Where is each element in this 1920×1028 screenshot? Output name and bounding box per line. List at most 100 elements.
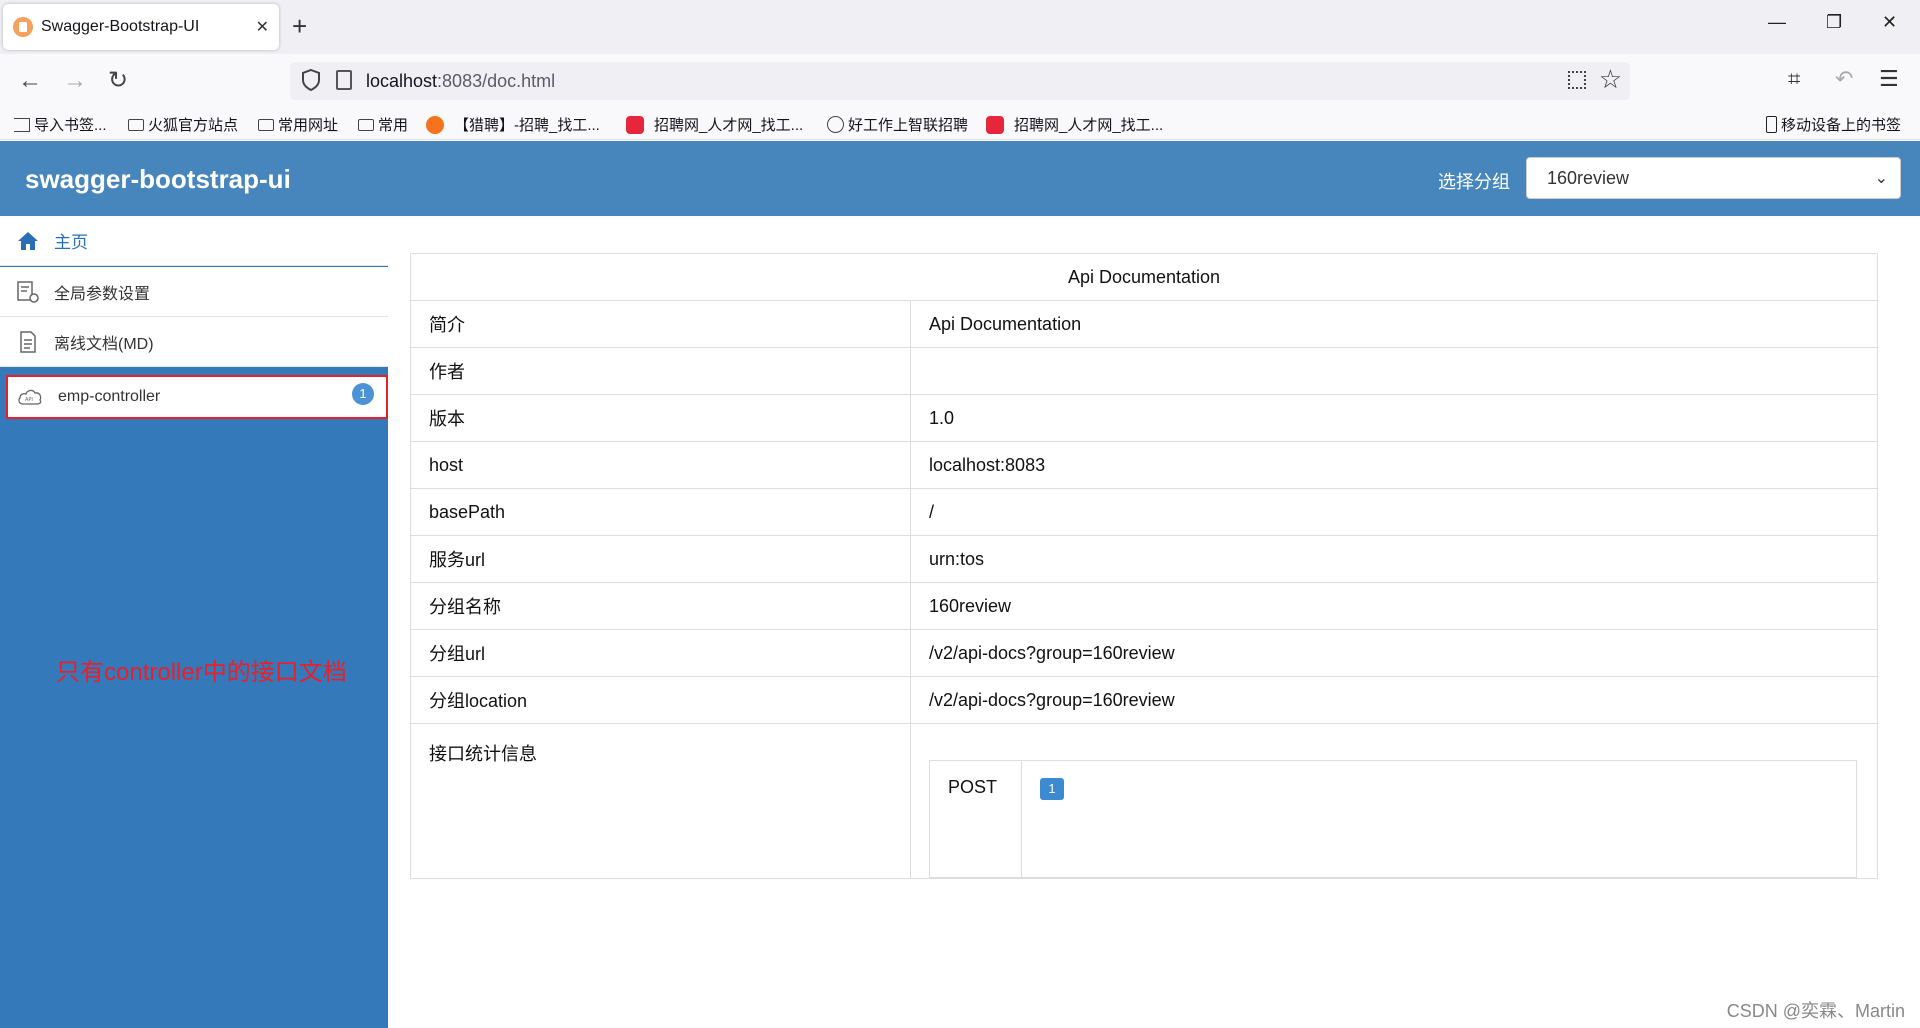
row-key: 服务url [410, 535, 911, 583]
mobile-bookmarks[interactable]: 移动设备上的书签 [1766, 114, 1901, 135]
api-cloud-icon: API [16, 385, 44, 409]
stats-cell: POST 1 [910, 723, 1878, 879]
browser-tab-bar: Swagger-Bootstrap-UI ✕ + — ❐ ✕ [0, 0, 1920, 54]
group-select[interactable]: 160review ⌄ [1526, 157, 1901, 199]
zhaopin-icon [626, 115, 644, 134]
app-brand: swagger-bootstrap-ui [25, 164, 291, 194]
sidebar-item-label: 全局参数设置 [54, 285, 151, 303]
menu-icon[interactable]: ☰ [1879, 66, 1899, 92]
group-select-value: 160review [1547, 168, 1630, 188]
row-key: 简介 [410, 300, 911, 348]
close-window-icon[interactable]: ✕ [1882, 12, 1897, 33]
folder-icon [358, 118, 374, 131]
svg-text:API: API [25, 397, 33, 403]
watermark: CSDN @奕霖、Martin [1726, 1001, 1905, 1021]
sidebar-item-label: 离线文档(MD) [54, 335, 154, 353]
shield-icon[interactable] [300, 68, 322, 92]
address-bar[interactable]: localhost:8083/doc.html ☆ [290, 62, 1630, 100]
import-icon [14, 117, 30, 132]
sidebar-item-label: emp-controller [58, 388, 161, 405]
table-row: 简介 Api Documentation [410, 300, 1878, 348]
undo-icon[interactable]: ↶ [1835, 66, 1853, 92]
url-text[interactable]: localhost:8083/doc.html [366, 71, 555, 92]
bookmark-firefox-site[interactable]: 火狐官方站点 [128, 114, 238, 135]
sidebar-item-emp-controller[interactable]: API emp-controller 1 [6, 375, 388, 419]
table-row: 分组url/v2/api-docs?group=160review [410, 629, 1878, 677]
group-label: 选择分组 [1438, 172, 1510, 192]
row-key: 作者 [410, 347, 911, 395]
bookmark-zhaopin-1[interactable]: 招聘网_人才网_找工... [626, 114, 803, 135]
table-row: 版本 1.0 [410, 394, 1878, 442]
restore-icon[interactable]: ❐ [1826, 12, 1842, 33]
stats-table: POST 1 [929, 760, 1857, 878]
table-row: 作者 [410, 347, 1878, 395]
row-value: urn:tos [910, 535, 1878, 583]
reload-icon[interactable]: ↻ [108, 66, 128, 96]
bookmark-import[interactable]: 导入书签... [14, 114, 107, 135]
sidebar-item-global-params[interactable]: 全局参数设置 [0, 267, 388, 317]
row-key: 分组url [410, 629, 911, 677]
row-key: host [410, 441, 911, 489]
row-key: 分组名称 [410, 582, 911, 630]
mobile-icon [1766, 116, 1777, 133]
back-icon[interactable]: ← [18, 66, 42, 96]
row-value: /v2/api-docs?group=160review [910, 676, 1878, 724]
screenshot-crop-icon[interactable]: ⌗ [1788, 66, 1800, 92]
annotation-note: 只有controller中的接口文档 [56, 659, 347, 686]
bookmarks-bar: 导入书签... 火狐官方站点 常用网址 常用 【猎聘】-招聘_找工... 招聘网… [0, 108, 1920, 140]
row-value: Api Documentation [910, 300, 1878, 348]
sidebar: 主页 全局参数设置 离线文档(MD) API emp-controller 1 … [0, 216, 388, 1028]
qr-code-icon[interactable] [1568, 71, 1586, 89]
row-value [910, 347, 1878, 395]
method-count-badge: 1 [1040, 778, 1064, 800]
bookmark-zhilian[interactable]: 好工作上智联招聘 [827, 114, 968, 135]
sidebar-item-home[interactable]: 主页 [0, 216, 388, 266]
doc-title: Api Documentation [410, 253, 1878, 301]
method-count-cell: 1 [1021, 760, 1857, 878]
bookmark-liepin[interactable]: 【猎聘】-招聘_找工... [426, 114, 600, 135]
api-info-table: Api Documentation 简介 Api Documentation 作者… [410, 253, 1878, 879]
browser-nav-bar: ← → ↻ localhost:8083/doc.html ☆ ⌗ ↶ ☰ [0, 54, 1920, 108]
page-info-icon[interactable] [336, 70, 352, 90]
row-value: 160review [910, 582, 1878, 630]
folder-icon [258, 118, 274, 131]
app-header: swagger-bootstrap-ui 选择分组 160review ⌄ [0, 141, 1920, 216]
http-method: POST [929, 760, 1022, 878]
table-row: 分组location/v2/api-docs?group=160review [410, 676, 1878, 724]
bookmark-star-icon[interactable]: ☆ [1599, 64, 1622, 95]
globe-icon [827, 116, 844, 133]
sidebar-item-label: 主页 [54, 233, 88, 252]
row-key: basePath [410, 488, 911, 536]
table-row: host localhost:8083 [410, 441, 1878, 489]
sidebar-item-offline-doc[interactable]: 离线文档(MD) [0, 317, 388, 367]
home-icon [16, 229, 40, 253]
tab-title: Swagger-Bootstrap-UI [41, 18, 200, 35]
document-icon [16, 330, 40, 354]
chevron-down-icon: ⌄ [1874, 170, 1888, 187]
zhaopin-icon [986, 115, 1004, 134]
new-tab-button[interactable]: + [292, 12, 307, 40]
browser-tab[interactable]: Swagger-Bootstrap-UI ✕ [3, 4, 279, 50]
row-key: 版本 [410, 394, 911, 442]
api-count-badge: 1 [352, 383, 374, 405]
table-row: 分组名称 160review [410, 582, 1878, 630]
table-row: basePath / [410, 488, 1878, 536]
minimize-icon[interactable]: — [1768, 12, 1786, 33]
row-key: 分组location [410, 676, 911, 724]
liepin-icon [426, 115, 444, 134]
table-header-row: Api Documentation [410, 253, 1878, 301]
bookmark-common[interactable]: 常用 [358, 114, 408, 135]
row-key: 接口统计信息 [410, 723, 911, 879]
forward-icon[interactable]: → [63, 66, 87, 96]
swagger-favicon-icon [13, 17, 33, 37]
bookmark-zhaopin-2[interactable]: 招聘网_人才网_找工... [986, 114, 1163, 135]
folder-icon [128, 118, 144, 131]
close-tab-icon[interactable]: ✕ [256, 17, 269, 37]
row-value: localhost:8083 [910, 441, 1878, 489]
table-row: 服务url urn:tos [410, 535, 1878, 583]
settings-doc-icon [16, 280, 40, 304]
stats-table-row: POST 1 [929, 760, 1857, 878]
row-value: /v2/api-docs?group=160review [910, 629, 1878, 677]
bookmark-common-urls[interactable]: 常用网址 [258, 114, 338, 135]
stats-row: 接口统计信息 POST 1 [410, 723, 1878, 879]
